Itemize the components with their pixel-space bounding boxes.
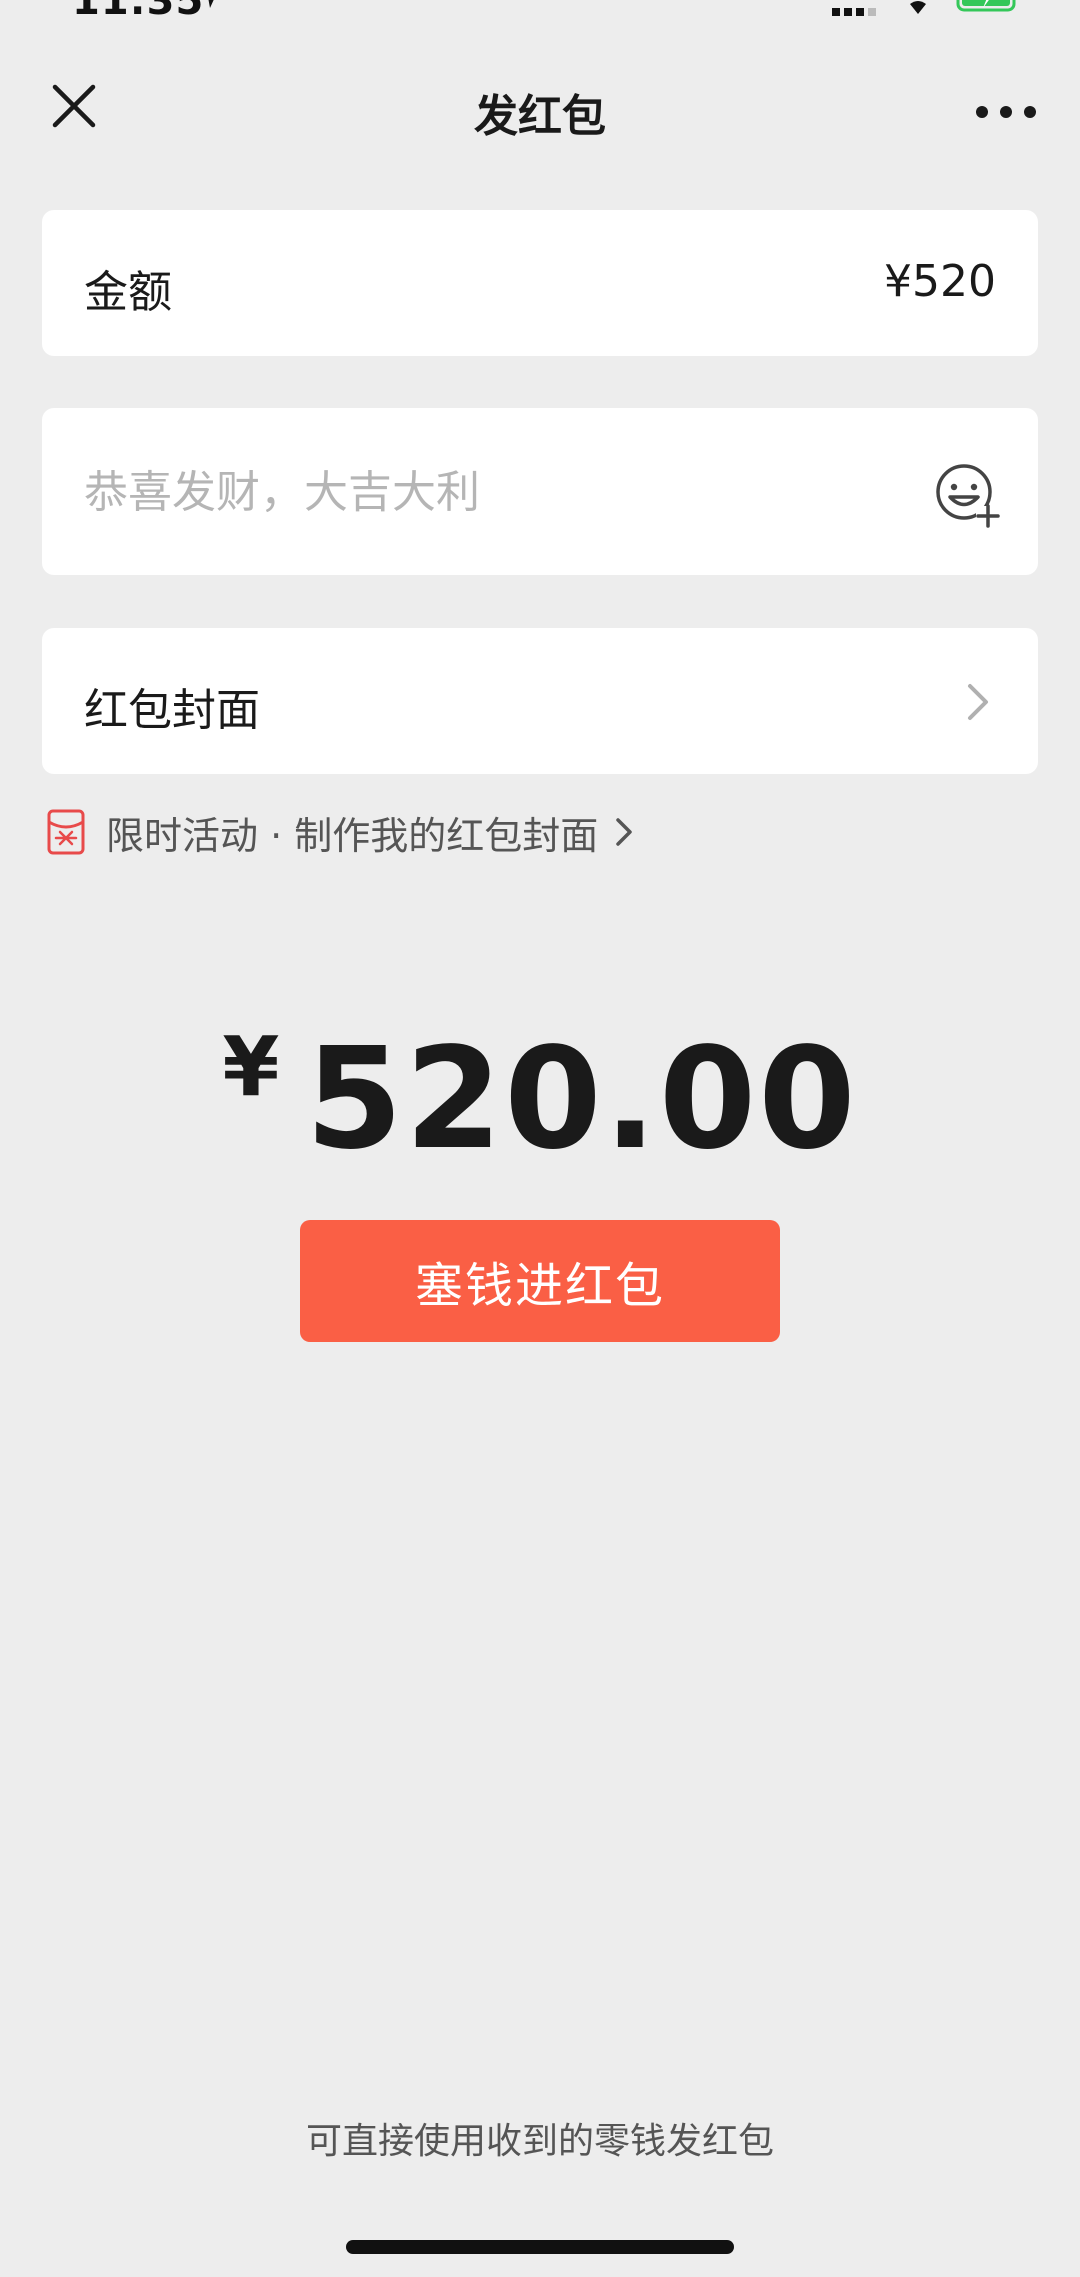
- wifi-icon: [910, 1, 926, 14]
- red-envelope-icon: [47, 809, 85, 855]
- status-bar: 11:35: [0, 0, 1080, 24]
- emoji-add-icon[interactable]: [932, 460, 1004, 530]
- footer-note: 可直接使用收到的零钱发红包: [305, 2121, 774, 2162]
- cover-row[interactable]: 红包封面: [42, 628, 1038, 774]
- signal-icon: [832, 8, 876, 16]
- promo-link[interactable]: 限时活动 · 制作我的红包封面: [46, 806, 636, 858]
- amount-label: 金额: [84, 267, 172, 318]
- total-amount: ¥520.00: [0, 1018, 1080, 1181]
- home-indicator[interactable]: [346, 2240, 734, 2254]
- cover-label: 红包封面: [84, 685, 260, 736]
- send-red-packet-button[interactable]: 塞钱进红包: [300, 1220, 780, 1342]
- chevron-right-icon: [616, 818, 632, 846]
- status-time: 11:35: [72, 0, 205, 24]
- page-title: 发红包: [474, 91, 606, 142]
- greeting-input[interactable]: [84, 460, 904, 524]
- red-packet-page: 11:35 发红包 金额 ¥520 恭喜发财，大吉大利 红包封面 限时活动 · …: [0, 0, 1080, 2277]
- chevron-right-icon: [968, 684, 988, 720]
- amount-row[interactable]: 金额 ¥520: [42, 210, 1038, 356]
- battery-charging-icon: [956, 0, 1016, 12]
- more-dots-icon[interactable]: [968, 84, 1044, 140]
- location-arrow-icon: [208, 0, 214, 8]
- total-currency: ¥: [222, 1020, 280, 1115]
- total-value: 520.00: [305, 1018, 858, 1181]
- greeting-row: [42, 408, 1038, 575]
- promo-text: 限时活动 · 制作我的红包封面: [106, 813, 599, 858]
- amount-value[interactable]: ¥520: [884, 256, 996, 307]
